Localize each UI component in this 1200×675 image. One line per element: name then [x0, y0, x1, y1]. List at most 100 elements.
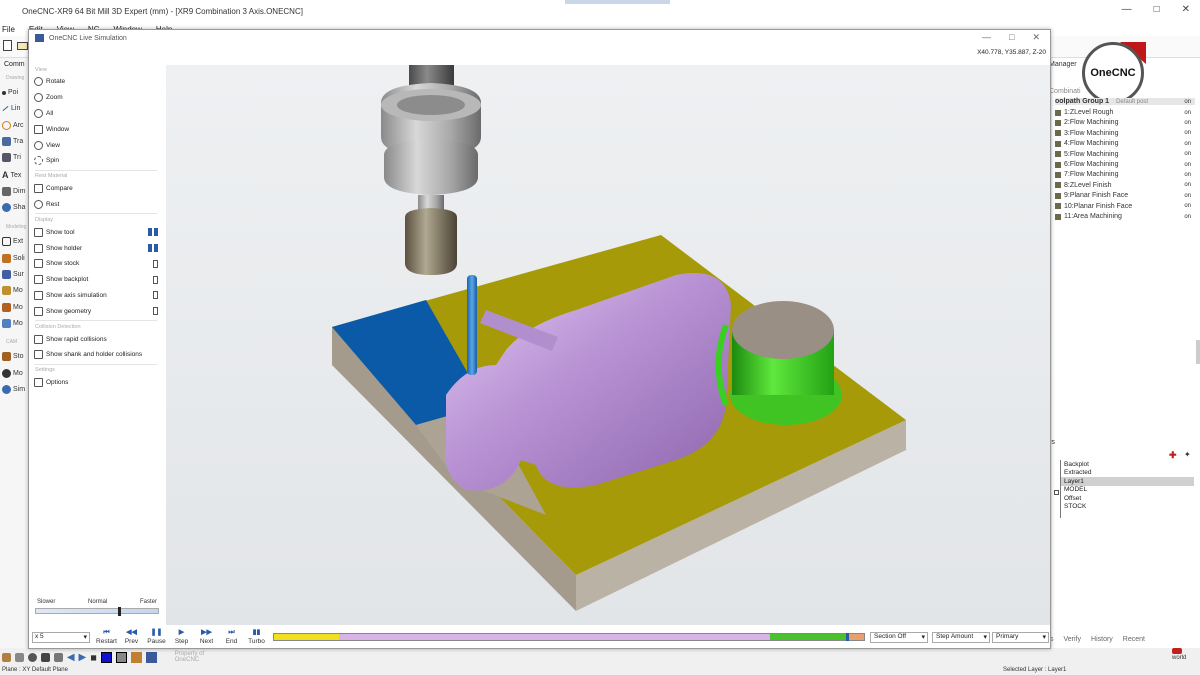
show-geometry-checkbox[interactable]: [153, 307, 158, 316]
end-button[interactable]: ⏭ End: [220, 629, 243, 645]
toolpath-state[interactable]: on: [1184, 193, 1191, 199]
toolpath-state[interactable]: on: [1184, 120, 1191, 126]
show-axis-simulation-toggle[interactable]: Show axis simulation: [31, 288, 161, 304]
zoom-all-button[interactable]: All: [31, 106, 161, 122]
toolpath-item[interactable]: 11:Area Machining on: [1055, 213, 1195, 220]
step-button[interactable]: ▶ Step: [170, 629, 193, 645]
cmd-machine[interactable]: Mo: [2, 369, 23, 378]
maximize-icon[interactable]: □: [1154, 4, 1160, 15]
property-input[interactable]: Property of OneCNC: [175, 651, 230, 663]
simulation-progress-bar[interactable]: [273, 633, 865, 641]
layer-model-checkbox[interactable]: [1054, 490, 1059, 495]
toolpath-state[interactable]: on: [1184, 151, 1191, 157]
tab-recent[interactable]: Recent: [1123, 636, 1145, 643]
toolpath-state[interactable]: on: [1184, 141, 1191, 147]
color-swatch-icon[interactable]: [100, 651, 112, 663]
speed-slider[interactable]: [35, 607, 159, 616]
cmd-point[interactable]: Poi: [2, 89, 18, 96]
show-axis-simulation-checkbox[interactable]: [153, 291, 158, 300]
cmd-stock[interactable]: Sto: [2, 352, 24, 361]
simulation-viewport[interactable]: [166, 65, 1050, 625]
layer-options-icon[interactable]: ✦: [1184, 450, 1191, 459]
show-tool-toggle[interactable]: Show tool: [31, 224, 161, 240]
toolpath-state[interactable]: on: [1184, 162, 1191, 168]
cmd-trim[interactable]: Tri: [2, 153, 21, 162]
options-button[interactable]: Options: [31, 375, 161, 391]
layer-layer1[interactable]: Layer1: [1061, 477, 1194, 486]
hat-icon[interactable]: [40, 652, 50, 662]
cmd-modify-2[interactable]: Mo: [2, 303, 23, 312]
close-icon[interactable]: ✕: [1182, 4, 1190, 15]
layer-offset[interactable]: Offset: [1061, 494, 1194, 503]
show-tool-checkbox[interactable]: [148, 228, 158, 237]
rotate-view-icon[interactable]: [53, 652, 63, 662]
toolpath-state[interactable]: on: [1184, 130, 1191, 136]
cmd-modify-3[interactable]: Mo: [2, 319, 23, 328]
show-holder-checkbox[interactable]: [148, 244, 158, 253]
scrollbar-handle[interactable]: [1196, 340, 1200, 364]
section-mode-select[interactable]: Section Off: [870, 632, 928, 643]
tab-history[interactable]: History: [1091, 636, 1113, 643]
show-stock-checkbox[interactable]: [153, 259, 158, 268]
show-backplot-toggle[interactable]: Show backplot: [31, 272, 161, 288]
cmd-simulation[interactable]: Sim: [2, 385, 25, 394]
step-mode-select[interactable]: Step Amount: [932, 632, 990, 643]
toolpath-state[interactable]: on: [1184, 182, 1191, 188]
toolpath-item[interactable]: 5:Flow Machining on: [1055, 151, 1195, 158]
toolpath-item[interactable]: 8:ZLevel Finish on: [1055, 182, 1195, 189]
cmd-dimension[interactable]: Dim: [2, 187, 25, 196]
speed-slider-thumb[interactable]: [117, 607, 121, 616]
layer-extracted[interactable]: Extracted: [1061, 469, 1194, 478]
layer-icon[interactable]: [14, 652, 24, 662]
layer-backplot[interactable]: Backplot: [1061, 460, 1194, 469]
show-holder-toggle[interactable]: Show holder: [31, 240, 161, 256]
toolpath-state[interactable]: on: [1184, 172, 1191, 178]
pattern-icon[interactable]: [130, 651, 142, 663]
sim-close-icon[interactable]: ✕: [1032, 32, 1040, 43]
toolpath-item[interactable]: 9:Planar Finish Face on: [1055, 192, 1195, 199]
toolpath-state[interactable]: on: [1184, 110, 1191, 116]
view-button[interactable]: View: [31, 137, 161, 153]
tab-verify[interactable]: Verify: [1064, 636, 1082, 643]
snap-icon[interactable]: [145, 651, 157, 663]
layer-stock[interactable]: STOCK: [1061, 503, 1194, 512]
next-button[interactable]: ▶▶ Next: [195, 629, 218, 645]
lock-icon[interactable]: ◼: [90, 653, 97, 662]
sim-minimize-icon[interactable]: —: [982, 32, 991, 43]
layer-model[interactable]: MODEL: [1061, 486, 1194, 495]
toolpath-item[interactable]: 1:ZLevel Rough on: [1055, 109, 1195, 116]
view-mode-select[interactable]: Primary: [992, 632, 1049, 643]
show-rapid-collisions-toggle[interactable]: Show rapid collisions: [31, 331, 161, 347]
arrow-right-icon[interactable]: ▶: [79, 652, 87, 663]
grid-icon[interactable]: [115, 651, 127, 663]
cmd-shape[interactable]: Sha: [2, 203, 25, 212]
menu-file[interactable]: File: [2, 25, 15, 34]
toolpath-group-row[interactable]: oolpath Group 1 Default post on: [1055, 98, 1195, 105]
cmd-transform[interactable]: Tra: [2, 137, 23, 146]
toolpath-item[interactable]: 3:Flow Machining on: [1055, 130, 1195, 137]
cmd-arc[interactable]: Arc: [2, 121, 24, 130]
toolpath-item[interactable]: 7:Flow Machining on: [1055, 171, 1195, 178]
spin-button[interactable]: Spin: [31, 153, 161, 169]
toolpath-state[interactable]: on: [1184, 203, 1191, 209]
cmd-line[interactable]: Lin: [2, 105, 20, 112]
cmd-surface[interactable]: Sur: [2, 270, 24, 279]
show-geometry-toggle[interactable]: Show geometry: [31, 303, 161, 319]
cmd-modify-1[interactable]: Mo: [2, 286, 23, 295]
restart-button[interactable]: ⏮ Restart: [95, 629, 118, 645]
cmd-solid[interactable]: Soli: [2, 254, 25, 263]
prev-button[interactable]: ◀◀ Prev: [120, 629, 143, 645]
sim-maximize-icon[interactable]: □: [1009, 32, 1014, 43]
zoom-window-button[interactable]: Window: [31, 121, 161, 137]
rotate-button[interactable]: Rotate: [31, 74, 161, 90]
toolpath-item[interactable]: 6:Flow Machining on: [1055, 161, 1195, 168]
cmd-extrude[interactable]: Ext: [2, 237, 23, 246]
zoom-button[interactable]: Zoom: [31, 90, 161, 106]
show-backplot-checkbox[interactable]: [153, 275, 158, 284]
toolpath-item[interactable]: 2:Flow Machining on: [1055, 119, 1195, 126]
pause-button[interactable]: ❚❚ Pause: [145, 629, 168, 645]
open-folder-icon[interactable]: [17, 42, 28, 50]
progress-marker[interactable]: [846, 633, 850, 641]
zoom-factor-select[interactable]: x 5: [32, 632, 90, 643]
show-shank-holder-collisions-toggle[interactable]: Show shank and holder collisions: [31, 347, 161, 363]
